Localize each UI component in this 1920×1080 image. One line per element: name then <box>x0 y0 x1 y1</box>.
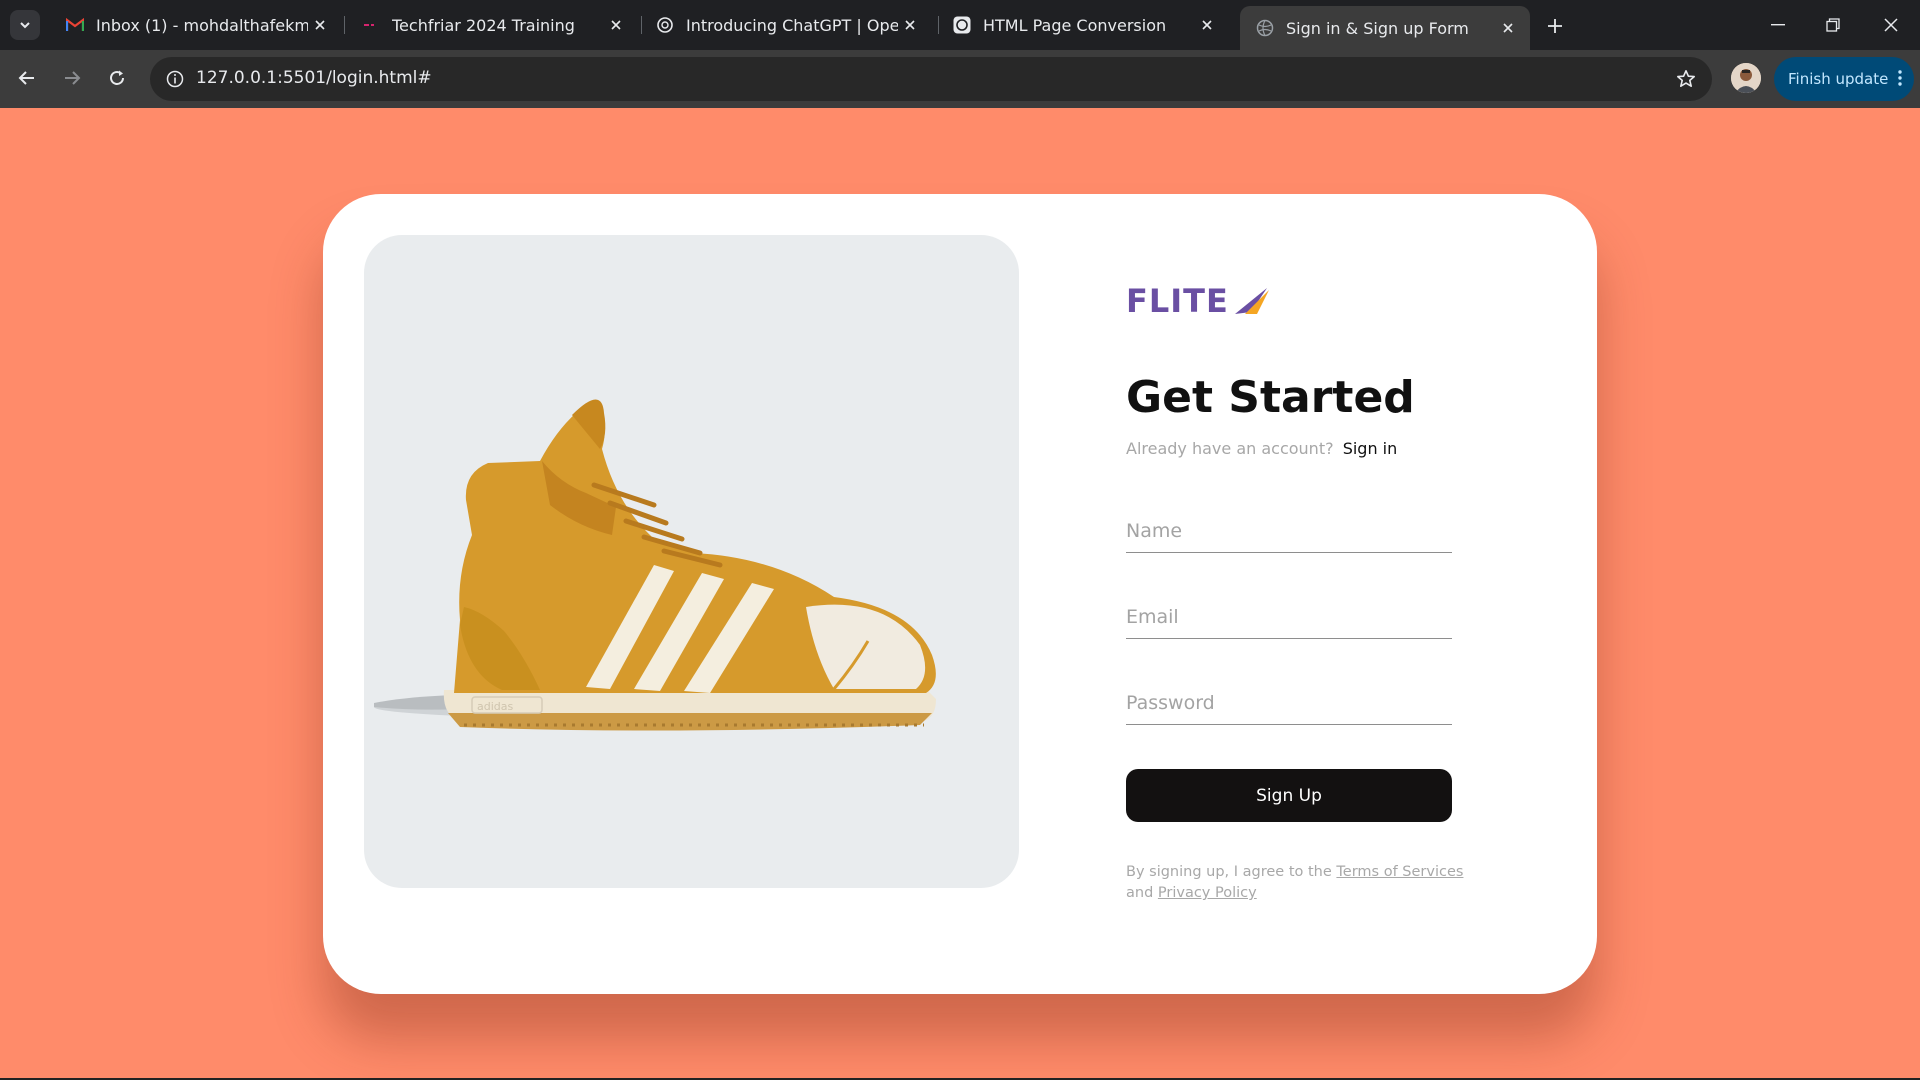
shoe-image: adidas <box>374 399 936 731</box>
arrow-right-icon <box>65 71 81 85</box>
tab-strip: Inbox (1) - mohdalthafekm@gmail.com Tech… <box>0 0 1920 50</box>
openai-icon <box>953 16 971 34</box>
name-input[interactable] <box>1126 509 1452 552</box>
plane-logo-icon <box>1234 288 1269 314</box>
url-text[interactable]: 127.0.0.1:5501/login.html# <box>196 68 432 88</box>
page-title: Get Started <box>1126 372 1415 423</box>
minimize-icon <box>1770 24 1785 26</box>
globe-icon <box>1256 19 1274 37</box>
close-icon <box>1883 18 1898 32</box>
terms-of-services-link[interactable]: Terms of Services <box>1336 864 1463 880</box>
tab-label: HTML Page Conversion <box>983 15 1167 35</box>
openai-icon <box>656 16 674 34</box>
browser-toolbar: 127.0.0.1:5501/login.html# Finish update <box>0 50 1920 108</box>
restore-button[interactable] <box>1805 0 1860 50</box>
shoe-brand-text: adidas <box>477 700 514 713</box>
signin-prompt-text: Already have an account? <box>1126 439 1334 458</box>
reload-icon <box>110 70 124 85</box>
finish-update-button[interactable]: Finish update <box>1774 57 1914 101</box>
profile-avatar[interactable] <box>1731 63 1761 93</box>
more-options-icon[interactable] <box>1898 69 1902 91</box>
signup-button[interactable]: Sign Up <box>1126 769 1452 822</box>
close-tab-icon[interactable] <box>898 13 922 37</box>
terms-and-text: and <box>1126 885 1154 901</box>
tab-html-conversion[interactable]: HTML Page Conversion <box>937 8 1229 42</box>
password-field-wrapper <box>1126 681 1452 725</box>
logo-text: FLITE <box>1126 282 1229 320</box>
password-input[interactable] <box>1126 681 1452 724</box>
tab-chatgpt[interactable]: Introducing ChatGPT | OpenAI <box>640 8 932 42</box>
address-bar[interactable]: 127.0.0.1:5501/login.html# <box>150 57 1712 101</box>
tab-label: Inbox (1) - mohdalthafekm@gmail.com <box>96 15 308 35</box>
tab-gmail[interactable]: Inbox (1) - mohdalthafekm@gmail.com <box>50 8 342 42</box>
forward-button[interactable] <box>55 61 89 95</box>
tab-label: Sign in & Sign up Form <box>1286 18 1469 38</box>
close-window-button[interactable] <box>1863 0 1918 50</box>
reload-button[interactable] <box>100 61 134 95</box>
site-info-icon[interactable] <box>160 64 190 94</box>
signup-card: adidas FLITE Get Started Already have an… <box>323 194 1597 994</box>
email-input[interactable] <box>1126 595 1452 638</box>
tab-label: Introducing ChatGPT | OpenAI <box>686 15 898 35</box>
signin-link[interactable]: Sign in <box>1343 439 1398 458</box>
new-tab-button[interactable] <box>1541 12 1569 40</box>
minimize-button[interactable] <box>1750 0 1805 50</box>
close-tab-icon[interactable] <box>308 13 332 37</box>
arrow-left-icon <box>18 71 34 85</box>
terms-prefix: By signing up, I agree to the <box>1126 864 1332 880</box>
terms-text: By signing up, I agree to the Terms of S… <box>1126 862 1466 904</box>
chevron-down-icon <box>20 22 30 29</box>
name-field-wrapper <box>1126 509 1452 553</box>
back-button[interactable] <box>10 61 44 95</box>
close-tab-icon[interactable] <box>1195 13 1219 37</box>
techfriar-icon <box>362 16 380 34</box>
signin-prompt: Already have an account? Sign in <box>1126 439 1397 458</box>
product-image-panel: adidas <box>364 235 1019 888</box>
gmail-icon <box>66 16 84 34</box>
plus-icon <box>1548 19 1562 33</box>
tab-separator <box>344 16 345 34</box>
tab-search-button[interactable] <box>10 10 40 40</box>
tab-signin-form[interactable]: Sign in & Sign up Form <box>1240 6 1530 50</box>
tab-techfriar[interactable]: Techfriar 2024 Training <box>346 8 638 42</box>
restore-icon <box>1825 18 1840 32</box>
tab-label: Techfriar 2024 Training <box>392 15 575 35</box>
flite-logo: FLITE <box>1126 282 1271 320</box>
close-tab-icon[interactable] <box>1496 16 1520 40</box>
email-field-wrapper <box>1126 595 1452 639</box>
update-label: Finish update <box>1788 70 1889 88</box>
privacy-policy-link[interactable]: Privacy Policy <box>1158 885 1257 901</box>
bookmark-star-icon[interactable] <box>1674 67 1698 91</box>
close-tab-icon[interactable] <box>604 13 628 37</box>
